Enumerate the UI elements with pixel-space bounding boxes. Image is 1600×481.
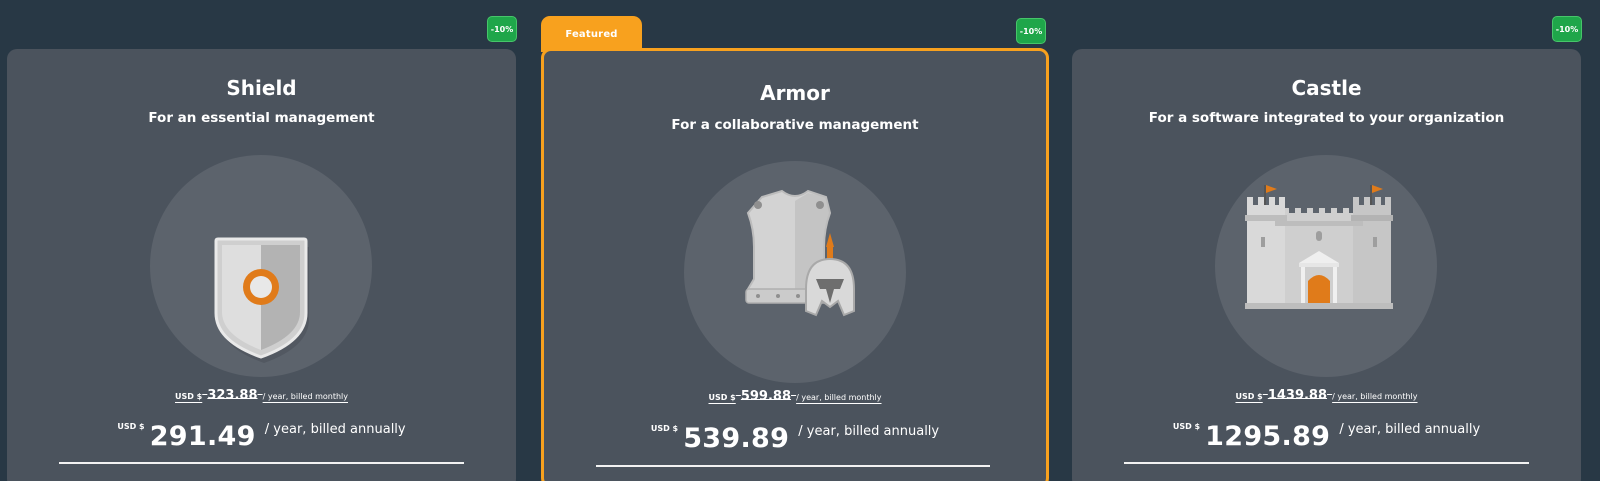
discounted-price: USD $ 539.89 / year, billed annually (544, 423, 1046, 454)
billing-period: / year, billed annually (798, 424, 940, 439)
pricing-page: -10% -10% -10% Featured package Shield F… (0, 0, 1600, 481)
shield-icon (214, 237, 309, 363)
original-price: USD $ 323.88 / year, billed monthly (175, 388, 348, 403)
plan-title: Castle (1291, 76, 1362, 100)
plan-card-armor[interactable]: Armor For a collaborative management USD… (541, 48, 1049, 481)
discount-badge-armor: -10% (1016, 18, 1046, 44)
original-price: USD $ 1439.88 / year, billed monthly (1235, 388, 1418, 403)
currency: USD $ (650, 424, 679, 433)
plan-illustration (684, 161, 906, 383)
plan-subtitle: For a collaborative management (671, 117, 919, 133)
featured-package-tab: Featured package (541, 16, 642, 78)
plan-card-shield[interactable]: Shield For an essential management USD $ (7, 49, 516, 481)
discount-badge-castle: -10% (1552, 16, 1582, 42)
divider (59, 462, 464, 464)
discount-badge-shield: -10% (487, 16, 517, 42)
plan-subtitle: For an essential management (148, 110, 375, 126)
plan-title: Armor (760, 81, 830, 105)
plan-illustration (150, 155, 372, 377)
billing-period: / year, billed annually (1339, 422, 1481, 437)
plan-card-castle[interactable]: Castle For a software integrated to your… (1072, 49, 1581, 481)
armor-icon (745, 189, 855, 317)
plan-title: Shield (226, 76, 297, 100)
currency: USD $ (1172, 422, 1201, 431)
divider (596, 465, 990, 467)
billing-period: / year, billed annually (264, 422, 406, 437)
original-price: USD $ 599.88 / year, billed monthly (708, 389, 882, 404)
price-amount: 1295.89 (1205, 421, 1331, 452)
currency: USD $ (117, 422, 145, 431)
divider (1124, 462, 1529, 464)
price-amount: 539.89 (683, 423, 790, 454)
discounted-price: USD $ 1295.89 / year, billed annually (1072, 421, 1581, 452)
discounted-price: USD $ 291.49 / year, billed annually (7, 421, 516, 452)
castle-icon (1245, 185, 1393, 309)
price-amount: 291.49 (149, 421, 256, 452)
plan-subtitle: For a software integrated to your organi… (1148, 110, 1505, 126)
plan-illustration (1215, 155, 1437, 377)
